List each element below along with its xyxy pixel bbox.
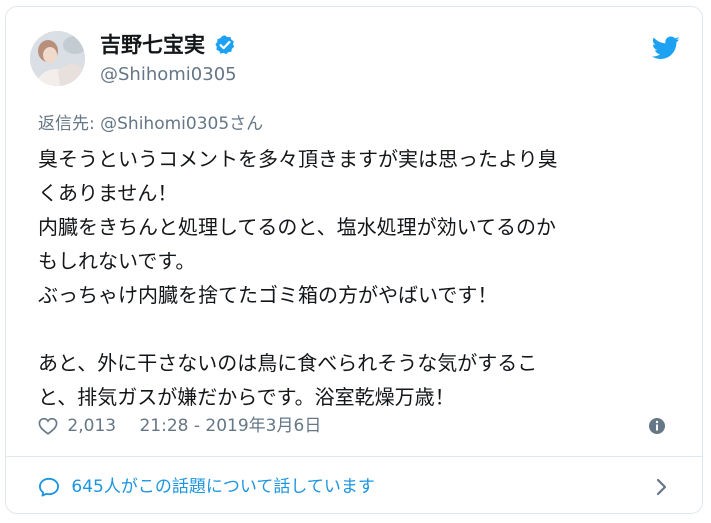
tweet-line: と、排気ガスが嫌だからです。浴室乾燥万歳！ xyxy=(38,385,455,409)
verified-badge-icon xyxy=(214,34,236,56)
chevron-right-icon[interactable] xyxy=(656,478,668,496)
conversation-label: 645人がこの話題について話しています xyxy=(71,477,375,497)
tweet-line: もしれないです。 xyxy=(38,249,196,273)
avatar[interactable] xyxy=(30,31,85,86)
tweet-line: あと、外に干さないのは鳥に食べられそうな気がするこ xyxy=(38,351,538,375)
speech-bubble-icon xyxy=(38,477,60,497)
tweet-line: 内臓をきちんと処理してるのと、塩水処理が効いてるのか xyxy=(38,215,556,239)
display-name[interactable]: 吉野七宝実 xyxy=(100,32,205,58)
heart-icon[interactable] xyxy=(38,417,58,435)
tweet-text: 臭そうというコメントを多々頂きますが実は思ったより臭 くありません！ 内臓をきち… xyxy=(38,142,678,414)
tweet-meta: 2,013 21:28 - 2019年3月6日 xyxy=(38,413,678,439)
divider xyxy=(6,456,702,457)
reply-to-label[interactable]: 返信先: @Shihomi0305さん xyxy=(38,113,263,135)
twitter-bird-icon[interactable] xyxy=(651,36,680,60)
like-count[interactable]: 2,013 xyxy=(67,413,116,439)
timestamp[interactable]: 21:28 - 2019年3月6日 xyxy=(139,413,321,439)
author-block: 吉野七宝実 @Shihomi0305 xyxy=(100,32,237,86)
author-handle[interactable]: @Shihomi0305 xyxy=(100,64,237,86)
conversation-link[interactable]: 645人がこの話題について話しています xyxy=(38,474,678,500)
tweet-line: くありません！ xyxy=(38,181,178,205)
tweet-line: ぶっちゃけ内臓を捨てたゴミ箱の方がやばいです！ xyxy=(38,283,498,307)
tweet-line: 臭そうというコメントを多々頂きますが実は思ったより臭 xyxy=(38,147,558,171)
tweet-header: 吉野七宝実 @Shihomi0305 xyxy=(30,28,680,88)
info-icon[interactable] xyxy=(648,417,666,435)
tweet-line-blank xyxy=(38,312,678,346)
